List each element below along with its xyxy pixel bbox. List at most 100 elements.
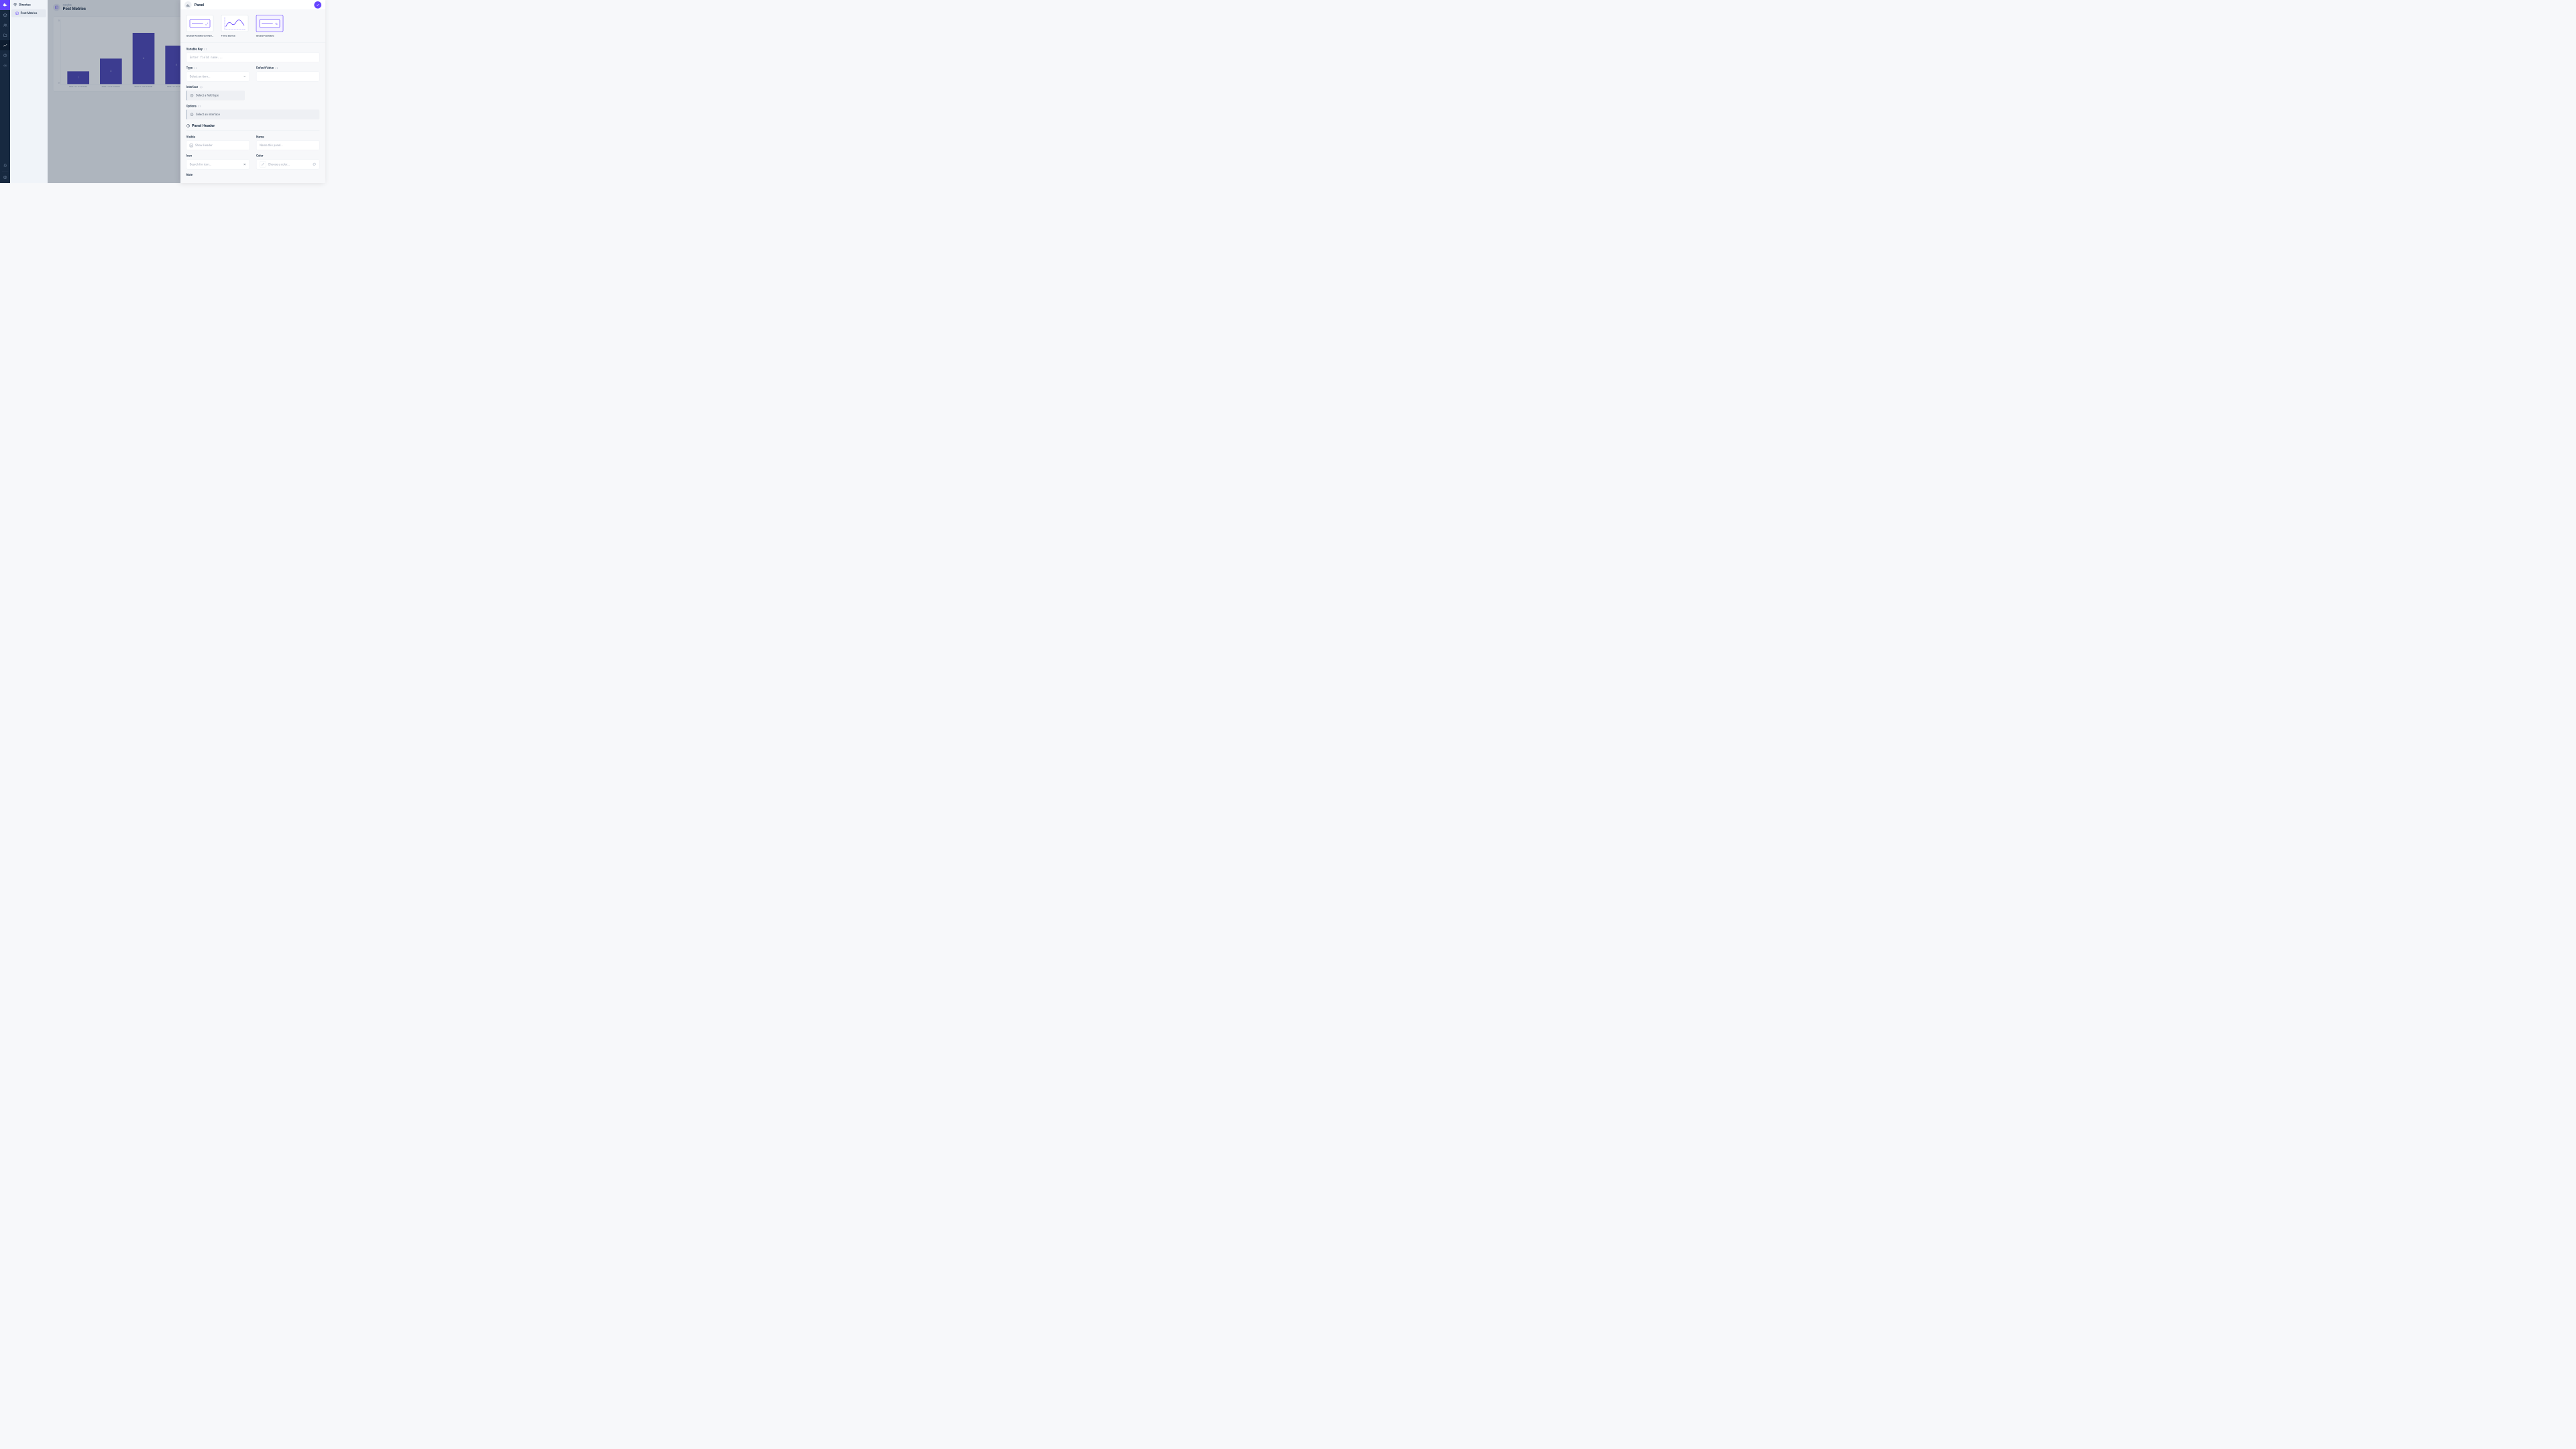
header-icon <box>53 4 60 11</box>
code-icon <box>275 66 278 70</box>
bar: 1 <box>67 71 89 84</box>
box-icon <box>3 13 7 17</box>
nav-help[interactable] <box>0 50 10 60</box>
field-label: Note <box>186 173 193 176</box>
rabbit-icon <box>2 2 7 7</box>
icon-input[interactable]: Search for icon... <box>186 160 250 170</box>
account-icon <box>3 175 7 179</box>
show-header-checkbox[interactable]: Show Header <box>186 140 250 150</box>
bar-chart-icon <box>186 3 190 7</box>
info-icon <box>186 123 191 127</box>
search-icon <box>275 22 278 25</box>
code-icon <box>194 66 197 70</box>
code-icon <box>198 105 201 108</box>
chevron-down-icon <box>243 75 246 78</box>
bell-icon <box>3 163 7 167</box>
dashboard-icon <box>55 5 58 9</box>
bar: 4 <box>133 33 155 84</box>
drawer-header-icon <box>184 1 192 9</box>
field-label: Name <box>256 136 264 139</box>
wifi-icon <box>13 3 17 7</box>
tile-label: Global Relational Varia… <box>186 34 214 38</box>
tile-global-relational-variable[interactable]: Global Relational Varia… <box>186 15 214 37</box>
type-select[interactable]: Select an item... <box>186 72 250 82</box>
y-tick: 5 <box>57 19 60 21</box>
field-note: Note <box>186 173 320 176</box>
mini-line-icon <box>225 18 245 29</box>
color-swatch[interactable] <box>260 161 266 167</box>
eyedropper-icon <box>261 163 264 166</box>
brand-logo[interactable] <box>0 0 10 10</box>
field-label: Default Value <box>256 66 274 70</box>
sidebar: Directus Post Metrics <box>10 0 48 183</box>
field-label: Type <box>186 66 193 70</box>
default-value-input[interactable] <box>256 72 319 82</box>
icon-placeholder: Search for icon... <box>190 162 212 166</box>
tile-label: Global Variable <box>256 34 284 38</box>
code-icon <box>204 48 207 51</box>
sidebar-item-label: Post Metrics <box>21 11 38 15</box>
field-name: Name <box>256 136 319 150</box>
drawer-body[interactable]: Global Relational Varia… Time Series <box>180 10 325 183</box>
field-color: Color Choose a color... <box>256 154 319 169</box>
field-variable-key: Variable Key <box>186 48 320 62</box>
dashboard-icon <box>15 11 19 15</box>
field-default-value: Default Value <box>256 66 319 81</box>
sidebar-title: Directus <box>19 3 30 6</box>
help-icon <box>3 53 7 57</box>
tile-label: Time Series <box>221 34 249 38</box>
expand-icon <box>205 22 209 25</box>
sidebar-item-post-metrics[interactable]: Post Metrics <box>11 9 46 17</box>
gear-icon <box>3 63 7 67</box>
interface-notice: Select a field type <box>186 91 245 101</box>
section-panel-header: Panel Header <box>186 123 320 128</box>
name-input[interactable] <box>256 140 319 150</box>
field-visible: Visible Show Header <box>186 136 250 150</box>
panel-type-row: Global Relational Varia… Time Series <box>186 15 320 37</box>
nav-content[interactable] <box>0 10 10 20</box>
options-notice: Select an interface <box>186 109 320 119</box>
tile-global-variable[interactable]: Global Variable <box>256 15 284 37</box>
field-label: Visible <box>186 136 195 139</box>
notice-text: Select an interface <box>196 113 220 116</box>
palette-icon[interactable] <box>313 162 316 166</box>
nav-files[interactable] <box>0 30 10 40</box>
users-icon <box>3 23 7 27</box>
variable-key-input[interactable] <box>186 52 320 62</box>
drawer-header: Panel <box>180 0 325 10</box>
insights-icon <box>3 43 7 47</box>
field-type: Type Select an item... <box>186 66 250 81</box>
save-button[interactable] <box>314 1 321 9</box>
page-title: Post Metrics <box>63 7 86 11</box>
icon-rail <box>0 0 10 183</box>
field-icon: Icon Search for icon... <box>186 154 250 169</box>
field-label: Color <box>256 154 263 158</box>
nav-account[interactable] <box>0 172 10 182</box>
x-tick: 2024-11-12T12:00:00 <box>100 86 122 88</box>
nav-users[interactable] <box>0 20 10 30</box>
field-options: Options Select an interface <box>186 105 320 119</box>
tile-time-series[interactable]: Time Series <box>221 15 249 37</box>
notice-text: Select a field type <box>196 94 219 97</box>
field-label: Options <box>186 105 197 108</box>
panel-drawer: Panel Global Relational Varia… <box>180 0 325 183</box>
sidebar-header: Directus <box>10 0 48 9</box>
folder-icon <box>3 33 7 37</box>
nav-notifications[interactable] <box>0 160 10 170</box>
color-input[interactable]: Choose a color... <box>256 160 319 170</box>
close-icon[interactable] <box>243 163 246 166</box>
info-icon <box>190 94 193 97</box>
field-label: Icon <box>186 154 192 158</box>
bar: 2 <box>100 58 122 84</box>
field-label: Interface <box>186 85 199 89</box>
section-title-text: Panel Header <box>192 123 215 128</box>
checkbox-label: Show Header <box>195 144 213 147</box>
check-icon <box>316 3 319 7</box>
nav-settings[interactable] <box>0 60 10 70</box>
field-label: Variable Key <box>186 48 203 51</box>
info-icon <box>190 113 193 116</box>
y-tick: 0 <box>57 82 60 84</box>
select-placeholder: Select an item... <box>190 74 211 78</box>
nav-insights[interactable] <box>0 40 10 50</box>
x-tick: 2024-11-11T12:00:00 <box>67 86 89 88</box>
